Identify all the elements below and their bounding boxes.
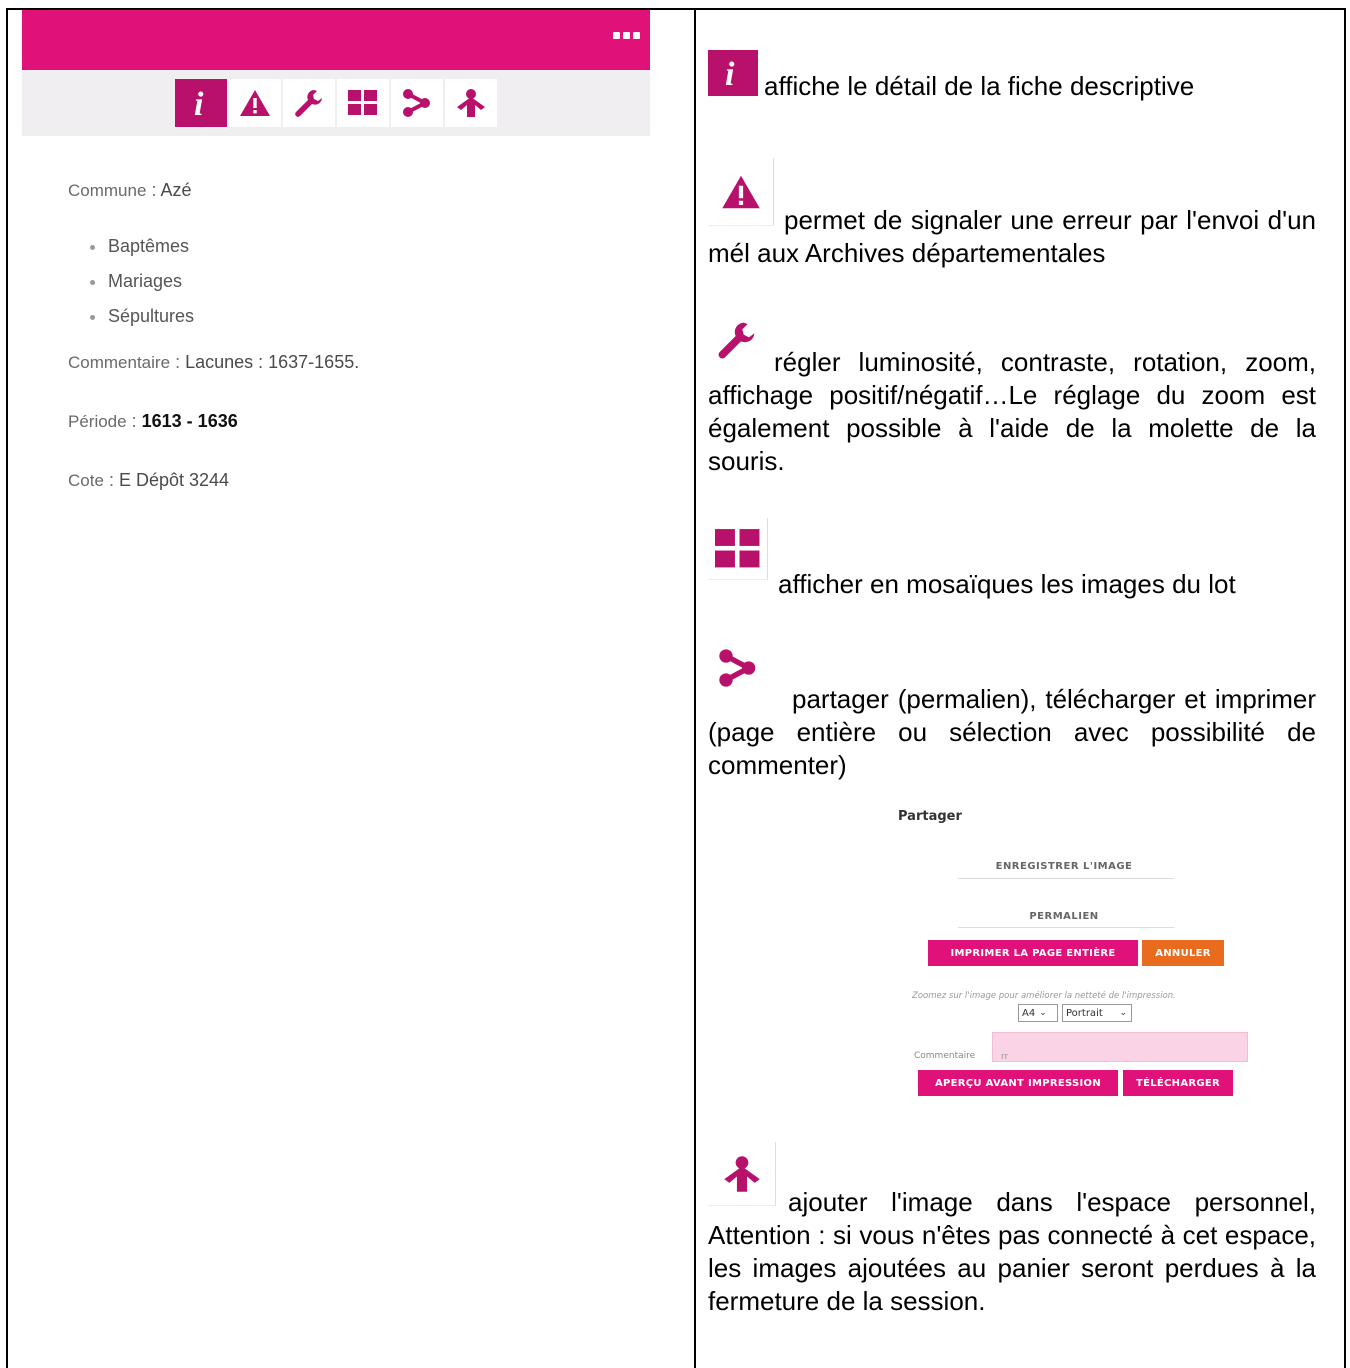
wrench-icon xyxy=(295,90,322,117)
period-row: Période : 1613 - 1636 xyxy=(68,411,238,432)
viewer-header xyxy=(22,10,650,70)
permalink-button[interactable]: PERMALIEN xyxy=(958,900,1170,933)
download-button[interactable]: TÉLÉCHARGER xyxy=(1123,1070,1233,1096)
divider xyxy=(958,927,1174,928)
column-divider xyxy=(694,10,696,1368)
info-icon: i xyxy=(194,86,204,121)
legend-warning-text: permet de signaler une erreur par l'envo… xyxy=(708,205,1316,268)
cote-label: Cote xyxy=(68,471,104,490)
mosaic-button[interactable] xyxy=(337,79,389,127)
paper-size-value: A4 xyxy=(1022,1007,1036,1019)
list-item: Mariages xyxy=(90,271,194,306)
share-icon xyxy=(403,89,430,117)
list-item: Sépultures xyxy=(90,306,194,341)
add-to-basket-button[interactable] xyxy=(445,79,497,127)
cote-row: Cote : E Dépôt 3244 xyxy=(68,470,229,491)
period-value: 1613 - 1636 xyxy=(141,411,238,431)
cancel-button[interactable]: ANNULER xyxy=(1142,940,1224,966)
print-full-page-button[interactable]: IMPRIMER LA PAGE ENTIÈRE xyxy=(928,940,1138,966)
person-icon xyxy=(457,89,485,117)
print-preview-button[interactable]: APERÇU AVANT IMPRESSION xyxy=(918,1070,1118,1096)
info-button[interactable]: i xyxy=(175,79,227,127)
commune-row: Commune : Azé xyxy=(68,180,191,201)
legend-wrench: régler luminosité, contraste, rotation, … xyxy=(708,316,1316,476)
more-options-icon[interactable] xyxy=(613,32,640,39)
chevron-down-icon: ⌄ xyxy=(1039,1007,1047,1018)
legend-wrench-text: régler luminosité, contraste, rotation, … xyxy=(708,347,1316,476)
legend-share-text: partager (permalien), télécharger et imp… xyxy=(708,684,1316,780)
comment-value: Lacunes : 1637-1655. xyxy=(185,352,360,372)
share-button[interactable] xyxy=(391,79,443,127)
viewer-toolbar: i xyxy=(22,70,650,136)
comment-row: Commentaire : Lacunes : 1637-1655. xyxy=(68,352,359,373)
orientation-value: Portrait xyxy=(1066,1007,1103,1019)
settings-button[interactable] xyxy=(283,79,335,127)
report-error-button[interactable] xyxy=(229,79,281,127)
share-panel: Partager ENREGISTRER L'IMAGE PERMALIEN I… xyxy=(898,800,1258,1100)
share-panel-title: Partager xyxy=(898,809,962,824)
separator: : xyxy=(131,411,142,431)
separator: : xyxy=(175,352,186,372)
paper-size-select[interactable]: A4 ⌄ xyxy=(1018,1004,1058,1022)
legend-share: partager (permalien), télécharger et imp… xyxy=(708,638,1316,780)
orientation-select[interactable]: Portrait ⌄ xyxy=(1062,1004,1132,1022)
record-types-list: Baptêmes Mariages Sépultures xyxy=(90,236,194,341)
commune-value: Azé xyxy=(160,180,192,200)
legend-person: ajouter l'image dans l'espace personnel,… xyxy=(708,1142,1316,1316)
chevron-down-icon: ⌄ xyxy=(1119,1007,1127,1018)
grid-icon xyxy=(708,518,768,580)
legend-warning: permet de signaler une erreur par l'envo… xyxy=(708,158,1316,268)
legend-person-text: ajouter l'image dans l'espace personnel,… xyxy=(708,1187,1316,1316)
legend-info-text: affiche le détail de la fiche descriptiv… xyxy=(764,71,1195,101)
comment-label: Commentaire xyxy=(68,353,171,372)
commune-label: Commune xyxy=(68,181,147,200)
svg-text:i: i xyxy=(725,56,735,91)
legend-grid-text: afficher en mosaïques les images du lot xyxy=(778,569,1236,599)
info-icon: i xyxy=(708,50,758,96)
period-label: Période xyxy=(68,412,127,431)
comment-input[interactable]: rr xyxy=(992,1032,1248,1062)
grid-icon xyxy=(348,90,377,115)
svg-text:i: i xyxy=(194,86,204,121)
viewer-panel: i Commune: Azé Baptêmes Mariages Sépult… xyxy=(22,10,650,490)
divider xyxy=(958,878,1174,879)
legend-grid: afficher en mosaïques les images du lot xyxy=(708,518,1316,599)
warning-icon xyxy=(240,90,270,116)
document-table: i Commune: Azé Baptêmes Mariages Sépult… xyxy=(6,8,1346,1368)
legend-info: i affiche le détail de la fiche descript… xyxy=(708,50,1316,101)
separator: : xyxy=(108,470,119,490)
list-item: Baptêmes xyxy=(90,236,194,271)
cote-value: E Dépôt 3244 xyxy=(118,470,230,490)
